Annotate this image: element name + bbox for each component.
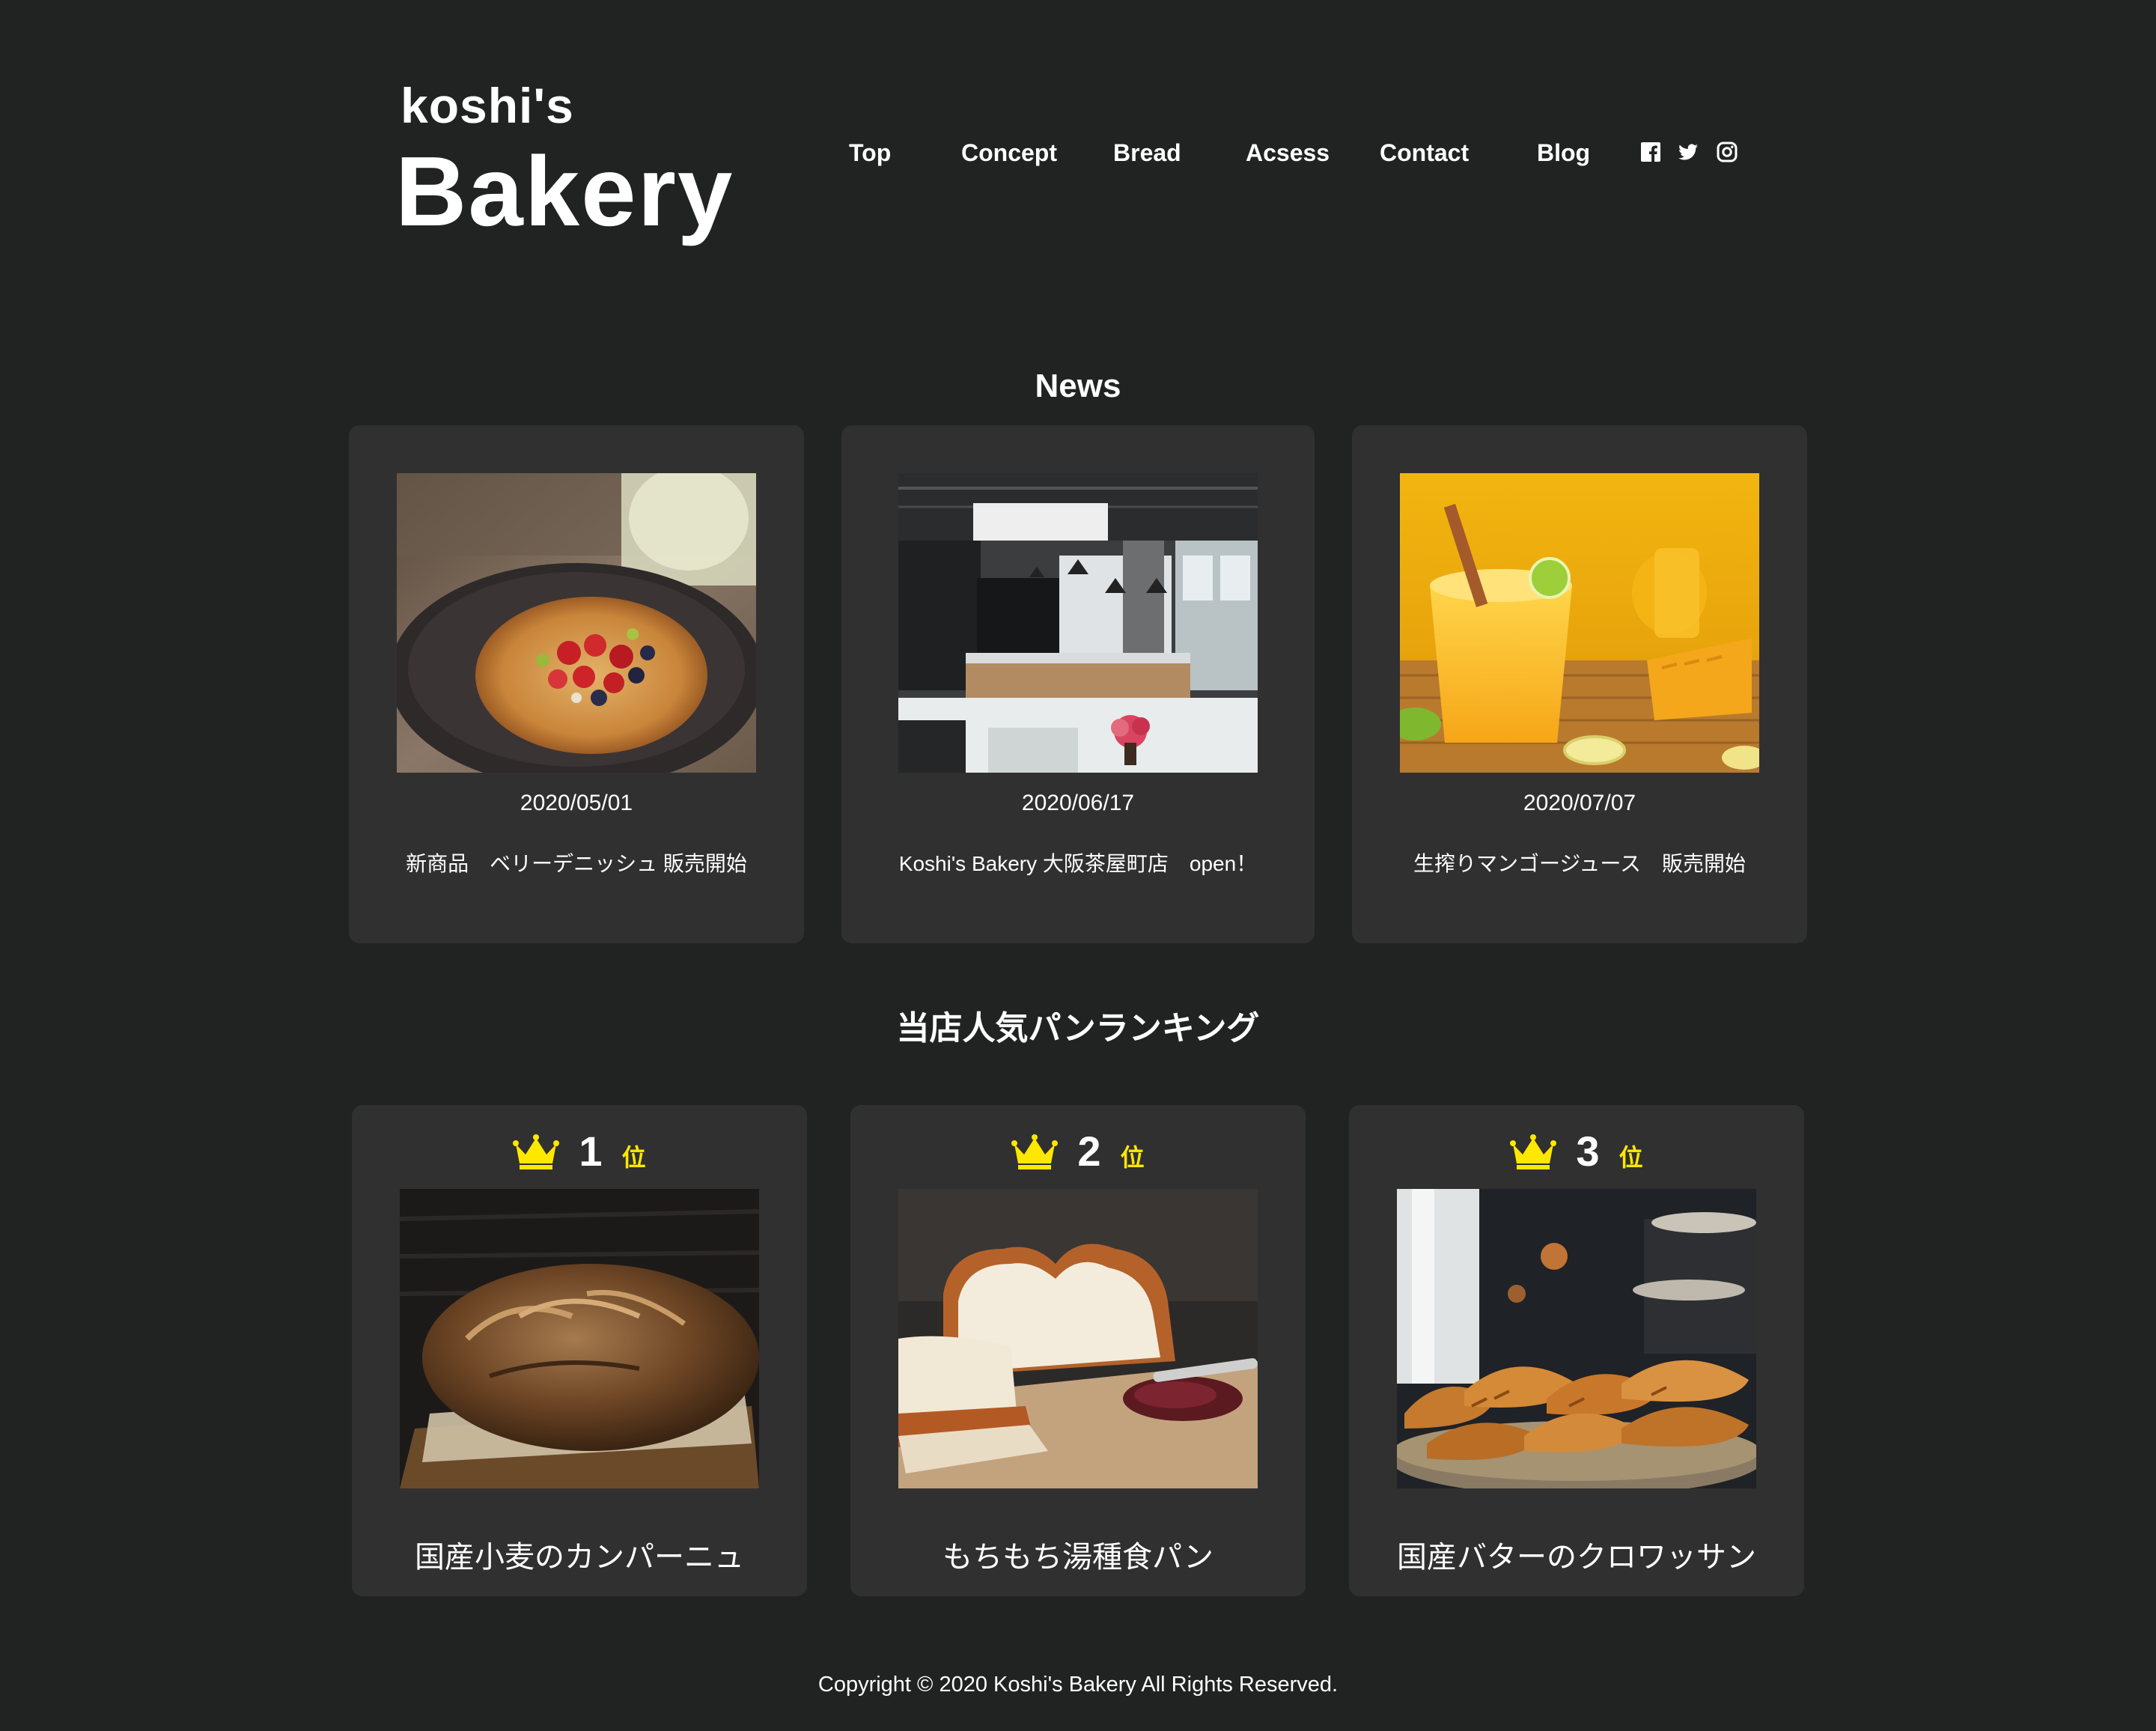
bread-name: 国産バターのクロワッサン: [1397, 1541, 1756, 1574]
nav-access[interactable]: Acsess: [1246, 136, 1330, 170]
news-date: 2020/05/01: [520, 791, 633, 815]
news-date: 2020/07/07: [1523, 791, 1636, 815]
crown-icon: [1510, 1134, 1557, 1169]
news-card[interactable]: 2020/07/07 生搾りマンゴージュース 販売開始: [1352, 425, 1807, 943]
news-title: News: [1035, 368, 1121, 404]
main-nav: Top Concept Bread Acsess Contact Blog: [0, 136, 2156, 170]
rank-heading: 1 位: [352, 1126, 807, 1172]
bakery-shop-interior-photo: [898, 473, 1258, 773]
twitter-icon[interactable]: [1678, 142, 1699, 162]
footer-copyright: Copyright © 2020 Koshi's Bakery All Righ…: [817, 1673, 1339, 1697]
rank-heading: 2 位: [850, 1126, 1306, 1172]
yudane-bread-photo: [898, 1189, 1258, 1488]
news-text: 新商品 ベリーデニッシュ 販売開始: [406, 852, 747, 875]
rank-number: 2: [1077, 1128, 1101, 1175]
news-text: 生搾りマンゴージュース 販売開始: [1413, 852, 1747, 875]
crown-icon: [1011, 1134, 1059, 1169]
croissant-photo: [1397, 1189, 1756, 1488]
nav-concept[interactable]: Concept: [961, 136, 1057, 170]
berry-danish-photo: [397, 473, 756, 773]
nav-blog[interactable]: Blog: [1537, 136, 1590, 170]
logo-line1: koshi's: [401, 78, 574, 133]
ranking-card[interactable]: 3 位 国産バターのクロワッサン: [1349, 1105, 1804, 1596]
facebook-icon[interactable]: [1640, 142, 1661, 162]
crown-icon: [513, 1134, 560, 1169]
mango-juice-photo: [1400, 473, 1759, 773]
news-text: Koshi's Bakery 大阪茶屋町店 open！: [898, 852, 1258, 875]
rank-unit: 位: [621, 1144, 646, 1171]
rank-number: 3: [1576, 1128, 1600, 1175]
nav-top[interactable]: Top: [849, 136, 891, 170]
bread-name: 国産小麦のカンパーニュ: [415, 1541, 744, 1574]
ranking-card[interactable]: 2 位 もちもち湯種食パン: [850, 1105, 1306, 1596]
nav-bread[interactable]: Bread: [1113, 136, 1181, 170]
nav-contact[interactable]: Contact: [1380, 136, 1469, 170]
bread-name: もちもち湯種食パン: [943, 1541, 1213, 1574]
rank-number: 1: [579, 1128, 603, 1175]
rank-heading: 3 位: [1349, 1126, 1804, 1172]
rank-unit: 位: [1618, 1144, 1643, 1171]
news-card[interactable]: 2020/06/17 Koshi's Bakery 大阪茶屋町店 open！: [841, 425, 1315, 943]
ranking-card[interactable]: 1 位 国産小麦のカンパーニュ: [352, 1105, 807, 1596]
news-card[interactable]: 2020/05/01 新商品 ベリーデニッシュ 販売開始: [349, 425, 804, 943]
campagne-bread-photo: [400, 1189, 759, 1488]
ranking-title: 当店人気パンランキング: [896, 1010, 1260, 1047]
news-date: 2020/06/17: [1021, 791, 1135, 815]
instagram-icon[interactable]: [1717, 142, 1738, 162]
rank-unit: 位: [1120, 1144, 1145, 1171]
